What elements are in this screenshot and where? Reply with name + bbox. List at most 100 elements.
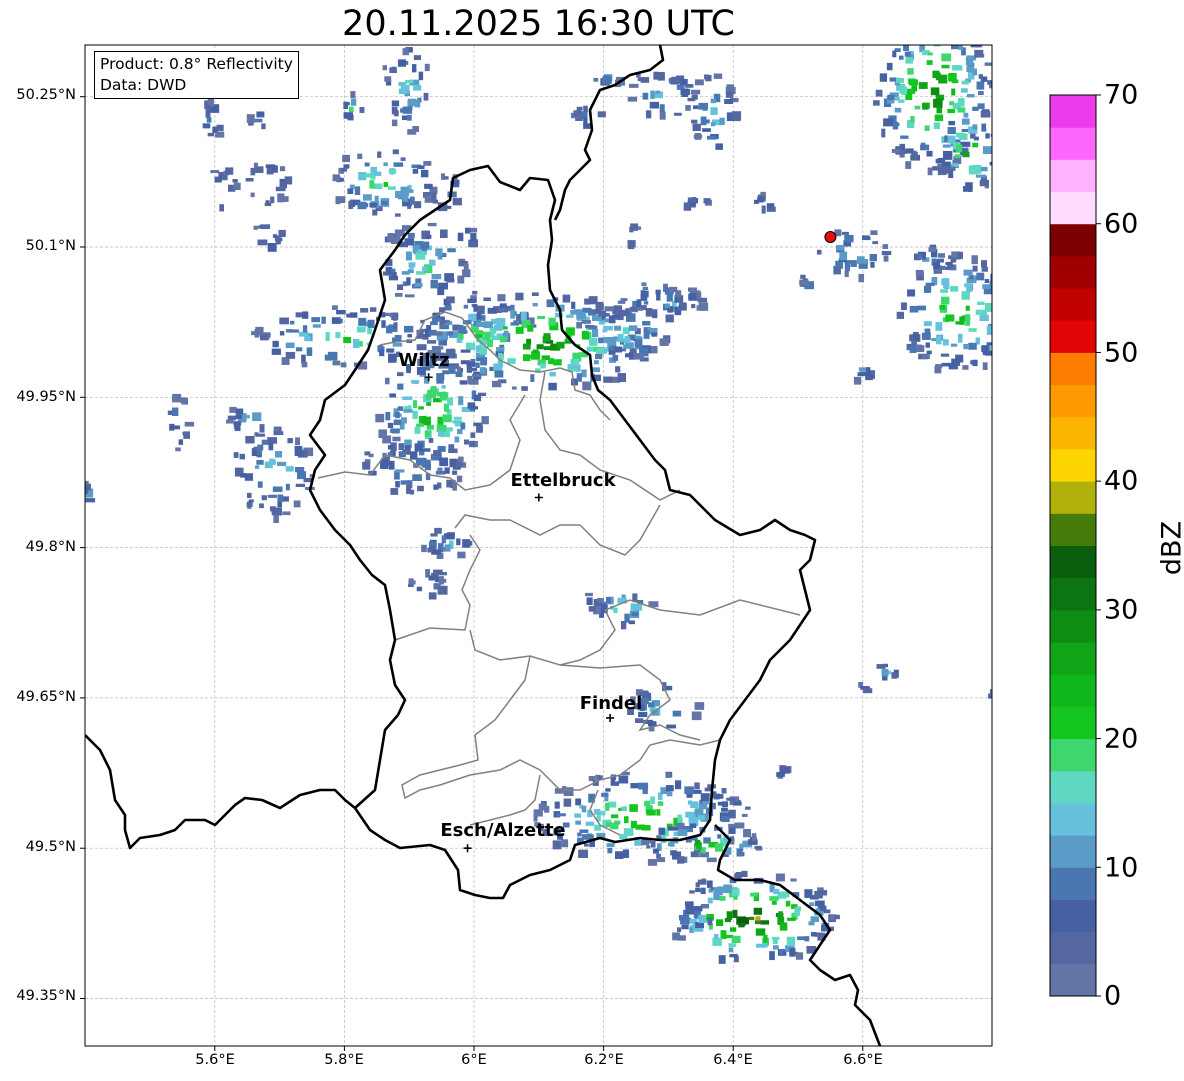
map-title: 20.11.2025 16:30 UTC <box>342 4 735 44</box>
echo-cell <box>428 575 438 581</box>
echo-cell <box>437 467 443 471</box>
echo-cell <box>298 331 309 337</box>
echo-cell <box>772 936 780 940</box>
echo-cell <box>966 65 975 73</box>
echo-cell <box>229 406 237 413</box>
echo-cell <box>424 183 433 189</box>
echo-cell <box>694 133 702 140</box>
echo-cell <box>256 459 264 465</box>
echo-cell <box>830 914 835 921</box>
echo-cell <box>447 248 456 253</box>
data-source-label: Data: DWD <box>100 76 187 94</box>
echo-cell <box>766 206 776 212</box>
echo-cell <box>578 849 589 858</box>
echo-cell <box>658 827 666 835</box>
echo-cell <box>254 118 263 123</box>
colorbar-tick-label: 70 <box>1104 79 1139 111</box>
echo-cell <box>904 51 911 57</box>
echo-cell <box>393 162 404 167</box>
echo-cell <box>562 294 571 303</box>
echo-cell <box>579 829 589 833</box>
echo-cell <box>385 411 391 421</box>
echo-cell <box>409 196 415 205</box>
echo-cell <box>257 449 262 456</box>
echo-cell <box>593 360 599 365</box>
echo-cell <box>438 576 444 585</box>
echo-cell <box>1015 304 1020 308</box>
echo-cell <box>630 820 637 829</box>
echo-cell <box>434 527 442 534</box>
echo-cell <box>444 205 452 209</box>
echo-cell <box>465 342 476 351</box>
echo-cell <box>415 278 422 284</box>
echo-cell <box>728 823 736 828</box>
echo-cell <box>548 382 557 391</box>
echo-cell <box>479 367 486 374</box>
echo-cell <box>936 106 943 114</box>
echo-cell <box>707 917 713 926</box>
echo-cell <box>206 104 212 111</box>
echo-cell <box>286 329 293 333</box>
echo-cell <box>467 375 473 385</box>
echo-cell <box>641 290 649 298</box>
echo-cell <box>271 348 281 355</box>
echo-cell <box>544 805 550 813</box>
echo-cell <box>272 340 279 348</box>
echo-cell <box>604 306 614 312</box>
echo-cell <box>487 307 497 314</box>
echo-cell <box>634 339 643 348</box>
echo-cell <box>350 98 357 106</box>
echo-cell <box>963 186 970 192</box>
echo-cell <box>622 327 630 335</box>
echo-cell <box>306 347 313 356</box>
echo-cell <box>398 82 407 86</box>
echo-cell <box>707 897 713 904</box>
echo-cell <box>610 781 620 786</box>
echo-cell <box>617 333 624 343</box>
echo-cell <box>581 320 591 324</box>
echo-cell <box>977 301 985 305</box>
echo-cell <box>799 279 809 286</box>
echo-cell <box>1012 321 1019 327</box>
echo-cell <box>261 495 267 501</box>
echo-cell <box>259 503 264 509</box>
echo-cell <box>875 89 883 97</box>
echo-cell <box>295 312 303 318</box>
echo-cell <box>233 182 241 191</box>
echo-cell <box>731 888 740 896</box>
echo-cell <box>449 458 457 468</box>
echo-cell <box>392 436 401 442</box>
echo-cell <box>435 248 443 257</box>
echo-cell <box>439 457 449 467</box>
echo-cell <box>276 461 287 467</box>
echo-cell <box>935 364 943 369</box>
echo-cell <box>586 597 593 606</box>
echo-cell <box>468 367 478 372</box>
echo-cell <box>510 309 516 319</box>
echo-cell <box>631 612 639 617</box>
echo-cell <box>651 332 658 337</box>
echo-cell <box>357 153 363 160</box>
echo-cell <box>420 169 429 178</box>
echo-cell <box>674 112 682 116</box>
echo-cell <box>387 445 394 450</box>
echo-cell <box>690 89 701 95</box>
colorbar-segment <box>1050 352 1096 386</box>
echo-cell <box>667 842 674 847</box>
echo-cell <box>583 843 589 847</box>
echo-cell <box>642 286 649 291</box>
echo-cell <box>406 484 412 494</box>
echo-cell <box>900 302 907 311</box>
echo-cell <box>388 353 397 362</box>
echo-cell <box>398 443 405 451</box>
echo-cell <box>621 806 628 811</box>
echo-cell <box>285 466 294 472</box>
echo-cell <box>892 50 897 58</box>
echo-cell <box>452 420 462 424</box>
echo-cell <box>614 325 621 331</box>
colorbar-segment <box>1050 931 1096 965</box>
echo-cell <box>312 324 321 328</box>
echo-cell <box>858 263 868 269</box>
echo-cell <box>582 381 592 391</box>
echo-cell <box>994 286 1003 290</box>
